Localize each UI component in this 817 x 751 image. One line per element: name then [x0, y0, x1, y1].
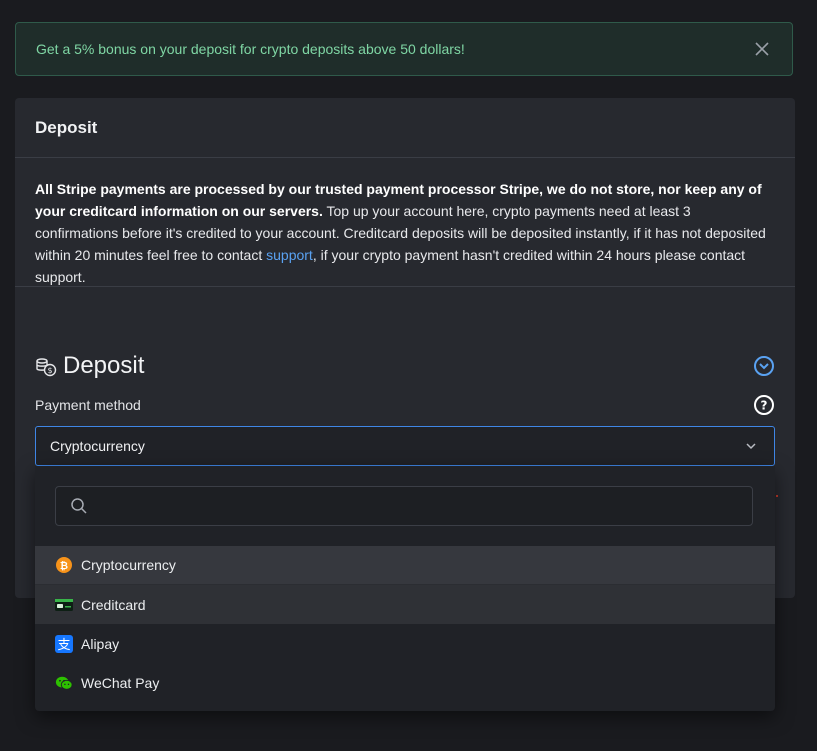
svg-text:?: ? — [761, 399, 768, 413]
close-icon[interactable] — [752, 39, 772, 59]
deposit-section-header: $ Deposit — [35, 352, 775, 380]
option-wechat-pay[interactable]: WeChat Pay — [35, 663, 775, 702]
option-alipay[interactable]: 支 Alipay — [35, 624, 775, 663]
coins-icon: $ — [35, 355, 57, 377]
card-title: Deposit — [15, 98, 795, 158]
payment-method-select[interactable]: Cryptocurrency — [35, 426, 775, 466]
search-input[interactable] — [96, 497, 738, 515]
dropdown-search[interactable] — [55, 486, 753, 526]
search-icon — [70, 497, 88, 515]
decorative-mark — [776, 495, 778, 497]
svg-text:支: 支 — [57, 638, 70, 653]
support-link[interactable]: support — [266, 247, 313, 263]
dropdown-options: ₿ Cryptocurrency Creditcard 支 Alipay WeC… — [35, 546, 775, 702]
option-creditcard[interactable]: Creditcard — [35, 585, 775, 624]
option-label: Cryptocurrency — [81, 557, 176, 573]
chevron-circle-down-icon[interactable] — [753, 355, 775, 377]
payment-method-label: Payment method — [35, 397, 141, 413]
bitcoin-icon: ₿ — [55, 556, 73, 574]
select-value: Cryptocurrency — [50, 438, 145, 454]
deposit-section-title: Deposit — [63, 352, 145, 379]
alert-message: Get a 5% bonus on your deposit for crypt… — [36, 41, 465, 57]
deposit-notice: All Stripe payments are processed by our… — [15, 158, 795, 287]
option-label: WeChat Pay — [81, 674, 160, 691]
chevron-down-icon — [742, 437, 760, 455]
credit-card-icon — [55, 596, 73, 614]
payment-method-dropdown: ₿ Cryptocurrency Creditcard 支 Alipay WeC… — [35, 466, 775, 711]
option-cryptocurrency[interactable]: ₿ Cryptocurrency — [35, 546, 775, 585]
svg-text:₿: ₿ — [60, 560, 68, 572]
option-label: Alipay — [81, 635, 120, 652]
alipay-icon: 支 — [55, 634, 73, 653]
bonus-alert: Get a 5% bonus on your deposit for crypt… — [15, 22, 793, 76]
option-label: Creditcard — [81, 596, 146, 613]
payment-method-row: Payment method ? — [35, 394, 775, 416]
wechat-icon — [55, 674, 73, 692]
question-circle-icon[interactable]: ? — [753, 394, 775, 416]
svg-text:$: $ — [47, 366, 52, 375]
